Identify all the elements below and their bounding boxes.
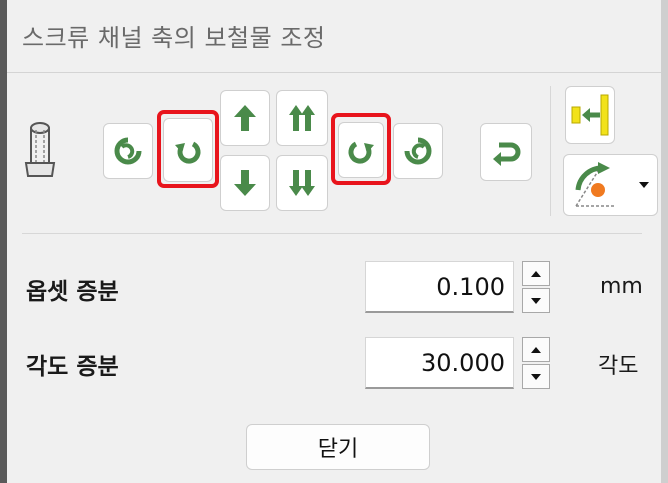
angle-unit: 각도 xyxy=(598,354,639,379)
triangle-down-icon xyxy=(531,297,541,304)
angle-arc-icon xyxy=(575,162,614,207)
spin-down-button[interactable] xyxy=(522,364,550,389)
offset-increment-label: 옵셋 증분 xyxy=(26,279,119,305)
spin-up-button[interactable] xyxy=(522,337,550,362)
triangle-down-icon xyxy=(531,373,541,380)
move-up-button[interactable] xyxy=(220,90,270,146)
spin-up-button[interactable] xyxy=(522,261,550,286)
angle-increment-input[interactable] xyxy=(365,337,514,389)
rotate-cw-button[interactable] xyxy=(338,122,384,178)
rotate-cw-large-icon xyxy=(404,137,432,165)
align-button[interactable] xyxy=(565,86,615,144)
triangle-up-icon xyxy=(531,346,541,353)
rotate-ccw-large-icon xyxy=(114,137,142,165)
spin-down-button[interactable] xyxy=(522,288,550,313)
rotate-ccw-button[interactable] xyxy=(163,118,213,182)
rotate-cw-icon xyxy=(348,141,374,164)
spread-up-button[interactable] xyxy=(276,90,328,146)
offset-unit: mm xyxy=(600,274,643,299)
chevron-down-icon xyxy=(639,182,649,188)
dialog-title: 스크류 채널 축의 보철물 조정 xyxy=(22,24,326,52)
close-button[interactable]: 닫기 xyxy=(246,424,430,470)
arrow-down-icon xyxy=(234,170,256,196)
arrow-up-icon xyxy=(234,105,256,131)
double-arrow-up-icon xyxy=(289,105,315,131)
angle-increment-label: 각도 증분 xyxy=(26,354,119,380)
offset-increment-input[interactable] xyxy=(365,261,514,313)
angle-mode-dropdown[interactable] xyxy=(563,154,658,216)
reset-button[interactable] xyxy=(480,123,532,181)
right-edge xyxy=(661,0,668,483)
double-arrow-down-icon xyxy=(289,170,315,196)
move-down-button[interactable] xyxy=(220,155,270,211)
rotate-ccw-icon xyxy=(175,141,201,164)
rotate-cw-large-button[interactable] xyxy=(393,123,443,179)
align-to-bar-icon xyxy=(571,94,609,136)
section-divider xyxy=(22,233,642,234)
toolbar-divider xyxy=(550,86,551,216)
return-arrow-icon xyxy=(493,142,521,166)
rotate-ccw-large-button[interactable] xyxy=(103,123,153,179)
offset-spinner[interactable] xyxy=(522,261,550,313)
screw-channel-icon xyxy=(20,118,60,180)
angle-spinner[interactable] xyxy=(522,337,550,389)
spread-down-button[interactable] xyxy=(276,155,328,211)
left-edge xyxy=(0,0,7,483)
triangle-up-icon xyxy=(531,270,541,277)
title-divider xyxy=(7,72,661,73)
